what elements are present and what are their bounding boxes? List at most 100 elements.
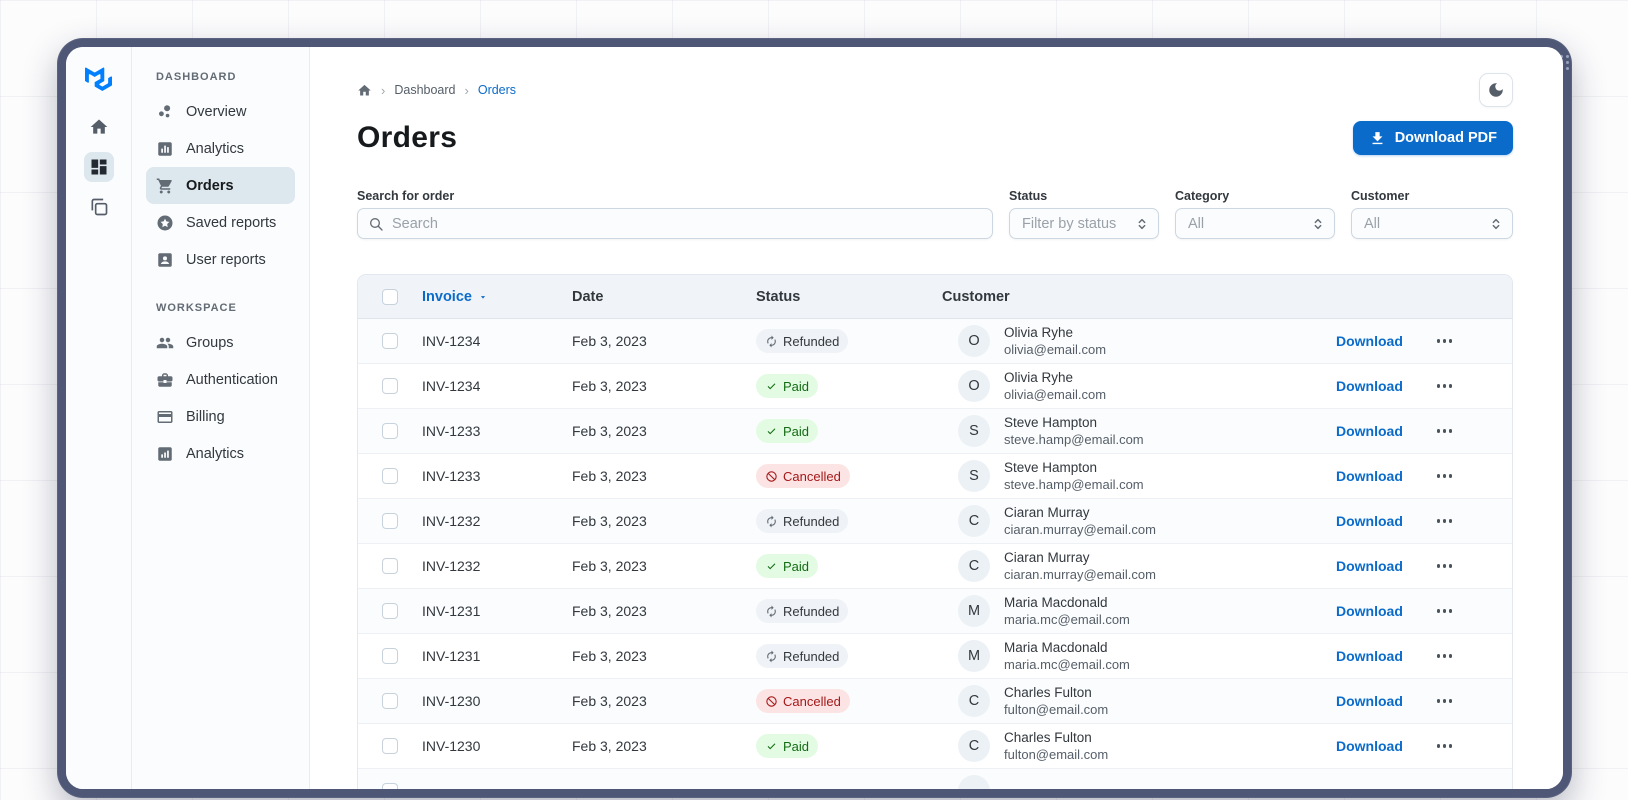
breadcrumb-dashboard[interactable]: Dashboard [394,83,455,97]
ellipsis-menu-icon[interactable] [1433,425,1457,437]
download-link[interactable]: Download [1336,468,1403,484]
sidebar-item-saved-reports[interactable]: Saved reports [146,204,295,241]
ellipsis-menu-icon[interactable] [1433,515,1457,527]
avatar: M [958,640,990,672]
invoice-cell: INV-1232 [422,513,481,529]
download-link[interactable]: Download [1336,738,1403,754]
sidebar-item-user-reports[interactable]: User reports [146,241,295,278]
customer-cell: C Charles Fulton fulton@email.com [942,684,1322,719]
mui-logo [85,67,112,91]
sidebar-item-groups[interactable]: Groups [146,324,295,361]
column-header-invoice[interactable]: Invoice [422,289,572,305]
ellipsis-menu-icon[interactable] [1433,650,1457,662]
nav-section-label: WORKSPACE [156,302,237,314]
block-icon [765,470,778,483]
row-checkbox[interactable] [382,783,398,789]
dark-mode-toggle[interactable] [1479,73,1513,107]
status-chip: Paid [756,419,819,443]
status-cell: Paid [756,554,942,578]
avatar: O [958,325,990,357]
customer-cell: C Ciaran Murray ciaran.murray@email.com [942,504,1322,539]
ellipsis-menu-icon[interactable] [1433,740,1457,752]
search-label: Search for order [357,189,455,203]
ellipsis-menu-icon[interactable] [1433,380,1457,392]
status-chip: Cancelled [756,464,850,488]
autorenew-icon [765,515,778,528]
row-checkbox[interactable] [382,603,398,619]
status-cell: Refunded [756,599,942,623]
customer-cell: S Steve Hampton steve.hamp@email.com [942,459,1322,494]
customer-name: Ciaran Murray [1004,504,1090,520]
row-checkbox[interactable] [382,378,398,394]
shopping-cart-icon [156,177,174,195]
person-card-icon [156,251,174,269]
breadcrumb-home-icon[interactable] [357,83,372,98]
row-checkbox[interactable] [382,333,398,349]
customer-filter-select[interactable]: All [1351,208,1513,239]
sidebar-item-billing[interactable]: Billing [146,398,295,435]
download-link[interactable]: Download [1336,378,1403,394]
avatar: O [958,370,990,402]
ellipsis-menu-icon[interactable] [1433,695,1457,707]
nav-section-label: DASHBOARD [156,71,237,83]
row-checkbox[interactable] [382,468,398,484]
customer-email: fulton@email.com [1004,702,1109,718]
ellipsis-menu-icon[interactable] [1433,605,1457,617]
status-chip: Paid [756,374,819,398]
download-link[interactable]: Download [1336,423,1403,439]
avatar: S [958,415,990,447]
moon-icon [1489,83,1503,97]
download-link[interactable]: Download [1336,693,1403,709]
customer-cell: M Maria Macdonald maria.mc@email.com [942,594,1322,629]
download-link[interactable]: Download [1336,558,1403,574]
sidebar-item-authentication[interactable]: Authentication [146,361,295,398]
customer-cell: S Steve Hampton steve.hamp@email.com [942,414,1322,449]
status-chip: Refunded [756,329,849,353]
autorenew-icon [765,335,778,348]
download-link[interactable]: Download [1336,648,1403,664]
row-checkbox[interactable] [382,423,398,439]
breadcrumb-orders[interactable]: Orders [478,83,516,97]
ellipsis-menu-icon[interactable] [1433,560,1457,572]
row-checkbox[interactable] [382,513,398,529]
customer-email: steve.hamp@email.com [1004,477,1144,493]
category-filter-label: Category [1175,189,1230,203]
download-link[interactable]: Download [1336,333,1403,349]
date-cell: Feb 3, 2023 [572,513,647,529]
row-checkbox[interactable] [382,648,398,664]
ellipsis-menu-icon[interactable] [1433,335,1457,347]
download-link[interactable]: Download [1336,603,1403,619]
ellipsis-menu-icon[interactable] [1433,470,1457,482]
check-icon [765,425,778,438]
row-checkbox[interactable] [382,558,398,574]
category-filter-select[interactable]: All [1175,208,1335,239]
credit-card-icon [156,408,174,426]
sidebar-item-overview[interactable]: Overview [146,93,295,130]
customer-email: olivia@email.com [1004,342,1107,358]
select-all-checkbox[interactable] [382,288,398,305]
sidebar-item-orders[interactable]: Orders [146,167,295,204]
stacked-windows-icon[interactable] [84,192,114,222]
sidebar-item-analytics[interactable]: Analytics [146,130,295,167]
invoice-cell: INV-1232 [422,558,481,574]
sidebar-item-analytics[interactable]: Analytics [146,435,295,472]
row-checkbox[interactable] [382,738,398,754]
download-pdf-button[interactable]: Download PDF [1352,121,1513,155]
customer-name: Olivia Ryhe [1004,369,1074,385]
customer-email: ciaran.murray@email.com [1004,522,1156,538]
customer-name: Ciaran Murray [1004,549,1090,565]
search-input[interactable]: Search [357,208,993,239]
status-filter-select[interactable]: Filter by status [1009,208,1159,239]
dashboard-grid-icon[interactable] [83,152,114,182]
chevron-right-icon: › [464,82,469,98]
table-row: INV-1230 Feb 3, 2023 Paid C Charles Fult… [358,724,1512,769]
bar-chart-box-icon [156,140,174,158]
row-checkbox[interactable] [382,693,398,709]
autorenew-icon [765,605,778,618]
date-cell: Feb 3, 2023 [572,693,647,709]
home-icon[interactable] [84,112,114,142]
table-row: INV-1233 Feb 3, 2023 Paid S Steve Hampto… [358,409,1512,454]
customer-cell: C Charles Fulton fulton@email.com [942,729,1322,764]
download-link[interactable]: Download [1336,513,1403,529]
date-cell: Feb 3, 2023 [572,558,647,574]
